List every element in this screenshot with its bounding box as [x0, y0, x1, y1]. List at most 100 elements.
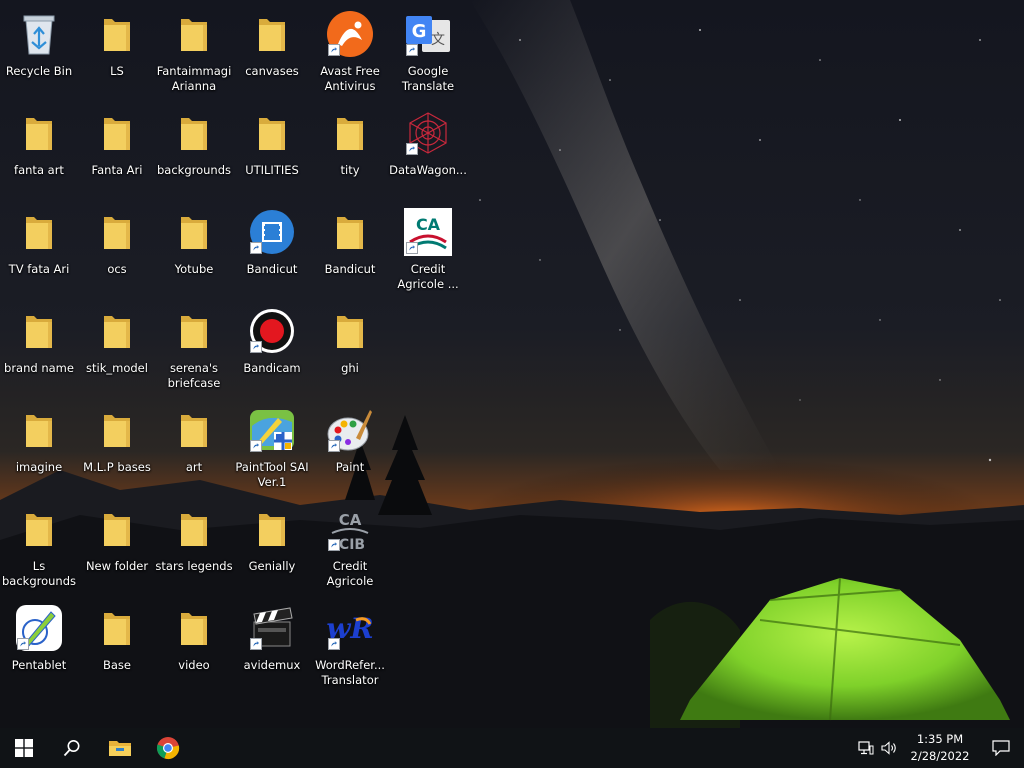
desktop-icon-tity[interactable]: tity	[313, 105, 387, 197]
desktop-icon-datawagon[interactable]: DataWagon...	[389, 105, 467, 197]
desktop-icon-label: PaintTool SAI Ver.1	[235, 460, 309, 489]
desktop-icon-stars-legends[interactable]: stars legends	[155, 501, 233, 593]
pentablet-icon	[14, 603, 64, 653]
desktop-icon-utilities[interactable]: UTILITIES	[235, 105, 309, 197]
desktop-icon-imagine[interactable]: imagine	[2, 402, 76, 494]
folder-icon	[92, 504, 142, 554]
desktop-icon-label: canvases	[245, 64, 299, 78]
desktop-icon-ghi[interactable]: ghi	[313, 303, 387, 395]
folder-icon	[92, 9, 142, 59]
file-explorer-icon	[109, 741, 131, 756]
recycle-bin-icon	[14, 9, 64, 59]
folder-icon	[14, 306, 64, 356]
desktop-icon-label: DataWagon...	[389, 163, 467, 177]
desktop-icon-base[interactable]: Base	[80, 600, 154, 692]
desktop-icon-m-l-p-bases[interactable]: M.L.P bases	[80, 402, 154, 494]
desktop-icon-label: Credit Agricole ...	[397, 262, 459, 291]
desktop-icon-fanta-art[interactable]: fanta art	[2, 105, 76, 197]
google-translate-icon: G文	[403, 9, 453, 59]
bandicut-icon	[247, 207, 297, 257]
shortcut-arrow-icon	[406, 143, 418, 155]
desktop-icon-painttool-sai-ver-1[interactable]: PaintTool SAI Ver.1	[235, 402, 309, 494]
desktop-icon-ls-backgrounds[interactable]: Ls backgrounds	[2, 501, 76, 593]
folder-icon	[325, 306, 375, 356]
desktop-icon-paint[interactable]: Paint	[313, 402, 387, 494]
shortcut-arrow-icon	[250, 341, 262, 353]
desktop-icon-fantaimmagi-arianna[interactable]: Fantaimmagi Arianna	[157, 6, 231, 98]
folder-icon	[92, 306, 142, 356]
chrome-button[interactable]	[144, 728, 192, 768]
bandicam-icon	[247, 306, 297, 356]
desktop-icon-bandicut[interactable]: Bandicut	[235, 204, 309, 296]
desktop-icon-fanta-ari[interactable]: Fanta Ari	[80, 105, 154, 197]
search-icon	[63, 740, 80, 757]
folder-icon	[325, 207, 375, 257]
desktop-icon-canvases[interactable]: canvases	[235, 6, 309, 98]
datawagon-icon	[403, 108, 453, 158]
desktop-icon-serena-s-briefcase[interactable]: serena's briefcase	[157, 303, 231, 395]
svg-text:CIB: CIB	[339, 537, 365, 553]
desktop-icon-backgrounds[interactable]: backgrounds	[157, 105, 231, 197]
desktop-icon-bandicut[interactable]: Bandicut	[313, 204, 387, 296]
desktop-icon-avast-free-antivirus[interactable]: Avast Free Antivirus	[313, 6, 387, 98]
desktop-icon-label: Fantaimmagi Arianna	[156, 64, 232, 93]
file-explorer-button[interactable]	[96, 728, 144, 768]
folder-icon	[169, 405, 219, 455]
desktop-icon-pentablet[interactable]: Pentablet	[2, 600, 76, 692]
desktop-icon-yotube[interactable]: Yotube	[157, 204, 231, 296]
desktop-icon-credit-agricole[interactable]: CA CIB Credit Agricole	[313, 501, 387, 593]
desktop-icon-recycle-bin[interactable]: Recycle Bin	[2, 6, 76, 98]
clock[interactable]: 1:35 PM 2/28/2022	[902, 731, 978, 765]
desktop-icon-label: brand name	[4, 361, 74, 375]
desktop-icon-bandicam[interactable]: Bandicam	[235, 303, 309, 395]
desktop-icon-label: fanta art	[14, 163, 64, 177]
volume-tray-button[interactable]	[878, 728, 902, 768]
desktop-icon-label: LS	[110, 64, 124, 78]
folder-icon	[14, 405, 64, 455]
svg-text:G: G	[412, 21, 427, 42]
desktop-icon-avidemux[interactable]: avidemux	[235, 600, 309, 692]
desktop-icon-video[interactable]: video	[157, 600, 231, 692]
clock-date: 2/28/2022	[910, 749, 970, 763]
credit-agricole-icon: CA	[403, 207, 453, 257]
desktop-icon-label: Fanta Ari	[91, 163, 143, 177]
painttool-sai-icon	[247, 405, 297, 455]
desktop-icon-label: UTILITIES	[245, 163, 299, 177]
action-center-button[interactable]	[978, 728, 1024, 768]
desktop-icon-stik-model[interactable]: stik_model	[80, 303, 154, 395]
paint-icon	[325, 405, 375, 455]
desktop-icon-ocs[interactable]: ocs	[80, 204, 154, 296]
desktop-icon-label: ocs	[107, 262, 127, 276]
search-button[interactable]	[48, 728, 96, 768]
credit-agricole-cib-icon: CA CIB	[325, 504, 375, 554]
shortcut-arrow-icon	[406, 44, 418, 56]
folder-icon	[92, 207, 142, 257]
folder-icon	[169, 306, 219, 356]
desktop-icon-new-folder[interactable]: New folder	[80, 501, 154, 593]
desktop-icon-label: Recycle Bin	[5, 64, 73, 78]
folder-icon	[169, 9, 219, 59]
shortcut-arrow-icon	[328, 44, 340, 56]
desktop-icon-tv-fata-ari[interactable]: TV fata Ari	[2, 204, 76, 296]
desktop-icon-genially[interactable]: Genially	[235, 501, 309, 593]
desktop-icon-label: M.L.P bases	[83, 460, 151, 474]
volume-icon	[881, 741, 896, 755]
folder-icon	[169, 207, 219, 257]
desktop-icon-label: backgrounds	[156, 163, 231, 177]
desktop-icon-label: Bandicut	[246, 262, 298, 276]
shortcut-arrow-icon	[250, 440, 262, 452]
desktop-icon-ls[interactable]: LS	[80, 6, 154, 98]
desktop-icon-credit-agricole[interactable]: CA Credit Agricole ...	[391, 204, 465, 296]
svg-text:CA: CA	[339, 511, 362, 529]
desktop-icon-label: imagine	[15, 460, 63, 474]
desktop-icon-label: TV fata Ari	[8, 262, 70, 276]
desktop-icon-label: ghi	[341, 361, 359, 375]
desktop-icon-art[interactable]: art	[157, 402, 231, 494]
desktop-icon-label: Paint	[335, 460, 365, 474]
network-tray-button[interactable]	[854, 728, 878, 768]
desktop-icon-brand-name[interactable]: brand name	[2, 303, 76, 395]
shortcut-arrow-icon	[328, 440, 340, 452]
desktop-icon-wordrefer-translator[interactable]: wR WordRefer... Translator	[313, 600, 387, 692]
start-button[interactable]	[0, 728, 48, 768]
desktop-icon-google-translate[interactable]: G 文 Google Translate	[391, 6, 465, 98]
